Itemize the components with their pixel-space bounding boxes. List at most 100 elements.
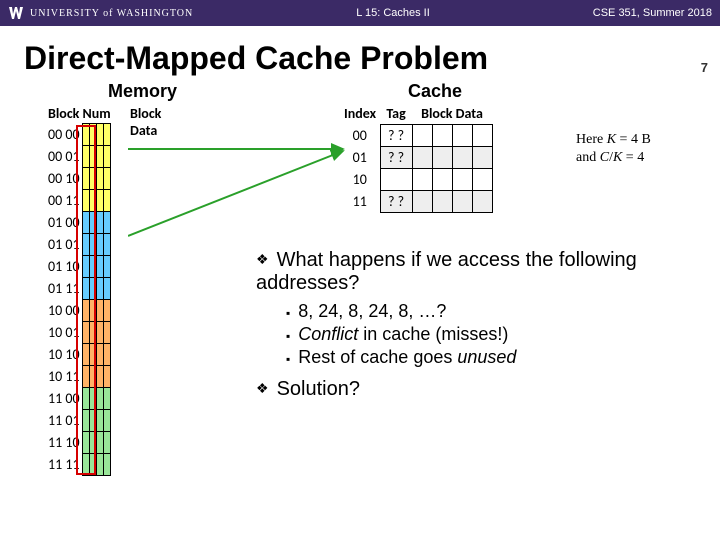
memory-byte-cell — [82, 300, 89, 322]
memory-byte-cell — [82, 212, 89, 234]
memory-row: 00 01 — [48, 146, 110, 168]
cache-byte-cell — [472, 147, 492, 169]
memory-row: 00 10 — [48, 168, 110, 190]
memory-byte-cell — [82, 366, 89, 388]
slide-title: Direct-Mapped Cache Problem — [24, 40, 720, 77]
memory-byte-cell — [96, 344, 103, 366]
memory-byte-cell — [96, 388, 103, 410]
memory-byte-cell — [96, 256, 103, 278]
cache-table: Index Tag Block Data 00? ?01? ?1011? ? — [340, 105, 493, 213]
memory-byte-cell — [82, 234, 89, 256]
memory-byte-cell — [103, 190, 110, 212]
memory-address-cell: 11 00 — [48, 388, 82, 410]
memory-byte-cell — [82, 190, 89, 212]
cache-byte-cell — [472, 191, 492, 213]
memory-byte-cell — [82, 278, 89, 300]
memory-byte-cell — [96, 432, 103, 454]
memory-address-cell: 01 10 — [48, 256, 82, 278]
cache-byte-cell — [472, 169, 492, 191]
cache-tag-header: Tag — [380, 105, 412, 125]
memory-address-cell: 11 01 — [48, 410, 82, 432]
cache-byte-cell — [412, 169, 432, 191]
memory-byte-cell — [103, 322, 110, 344]
memory-row: 10 00 — [48, 300, 110, 322]
mapping-arrows — [128, 121, 368, 261]
parameters-note: Here K = 4 B and C/K = 4 — [576, 131, 651, 167]
memory-byte-cell — [103, 344, 110, 366]
memory-byte-cell — [96, 168, 103, 190]
memory-row: 11 00 — [48, 388, 110, 410]
memory-byte-cell — [96, 146, 103, 168]
memory-byte-cell — [89, 146, 96, 168]
uw-logo-block: UNIVERSITY of WASHINGTON — [8, 6, 193, 20]
cache-byte-cell — [452, 169, 472, 191]
univ-name: UNIVERSITY of WASHINGTON — [30, 8, 193, 19]
memory-byte-cell — [82, 388, 89, 410]
cache-tag-cell: ? ? — [380, 125, 412, 147]
memory-byte-cell — [103, 256, 110, 278]
memory-byte-cell — [89, 212, 96, 234]
memory-byte-cell — [89, 190, 96, 212]
memory-address-cell: 11 10 — [48, 432, 82, 454]
memory-byte-cell — [89, 344, 96, 366]
cache-byte-cell — [432, 169, 452, 191]
memory-row: 00 00 — [48, 124, 110, 146]
memory-byte-cell — [96, 454, 103, 476]
memory-blocknum-header: Block Num — [48, 105, 111, 122]
cache-tag-cell: ? ? — [380, 191, 412, 213]
memory-byte-cell — [89, 388, 96, 410]
memory-row: 01 01 — [48, 234, 110, 256]
memory-byte-cell — [103, 124, 110, 146]
cache-index-header: Index — [340, 105, 380, 125]
memory-row: 00 11 — [48, 190, 110, 212]
header-center: L 15: Caches II — [193, 7, 593, 19]
cache-byte-cell — [412, 191, 432, 213]
memory-byte-cell — [103, 366, 110, 388]
memory-row: 01 10 — [48, 256, 110, 278]
memory-byte-cell — [103, 454, 110, 476]
sub-bullet-conflict: Conflict in cache (misses!) — [286, 324, 702, 345]
header-bar: UNIVERSITY of WASHINGTON L 15: Caches II… — [0, 0, 720, 26]
cache-row: 01? ? — [340, 147, 492, 169]
memory-byte-cell — [89, 432, 96, 454]
memory-byte-cell — [89, 300, 96, 322]
memory-byte-cell — [103, 388, 110, 410]
memory-byte-cell — [96, 190, 103, 212]
memory-byte-cell — [96, 366, 103, 388]
memory-table: 00 0000 0100 1000 1101 0001 0101 1001 11… — [48, 123, 111, 476]
memory-row: 10 10 — [48, 344, 110, 366]
sub-bullets: 8, 24, 8, 24, 8, …? Conflict in cache (m… — [286, 301, 702, 368]
memory-byte-cell — [82, 432, 89, 454]
memory-address-cell: 00 01 — [48, 146, 82, 168]
memory-byte-cell — [103, 278, 110, 300]
memory-byte-cell — [82, 256, 89, 278]
memory-byte-cell — [96, 410, 103, 432]
cache-header-row: Index Tag Block Data — [340, 105, 492, 125]
memory-address-cell: 10 11 — [48, 366, 82, 388]
memory-byte-cell — [89, 234, 96, 256]
memory-byte-cell — [89, 366, 96, 388]
memory-row: 10 01 — [48, 322, 110, 344]
cache-byte-cell — [452, 147, 472, 169]
cache-byte-cell — [432, 125, 452, 147]
memory-byte-cell — [96, 124, 103, 146]
page-number: 7 — [701, 60, 708, 75]
memory-block: Block Num Block Data 00 0000 0100 1000 1… — [48, 105, 111, 122]
memory-byte-cell — [103, 212, 110, 234]
cache-byte-cell — [412, 147, 432, 169]
memory-byte-cell — [96, 300, 103, 322]
cache-index-cell: 11 — [340, 191, 380, 213]
memory-byte-cell — [89, 322, 96, 344]
memory-row: 01 00 — [48, 212, 110, 234]
memory-byte-cell — [96, 278, 103, 300]
memory-row: 11 01 — [48, 410, 110, 432]
memory-byte-cell — [82, 454, 89, 476]
cache-blockdata-header: Block Data — [412, 105, 492, 125]
memory-byte-cell — [89, 168, 96, 190]
cache-row: 11? ? — [340, 191, 492, 213]
cache-index-cell: 00 — [340, 125, 380, 147]
memory-address-cell: 01 01 — [48, 234, 82, 256]
cache-byte-cell — [452, 191, 472, 213]
cache-byte-cell — [432, 191, 452, 213]
memory-row: 10 11 — [48, 366, 110, 388]
